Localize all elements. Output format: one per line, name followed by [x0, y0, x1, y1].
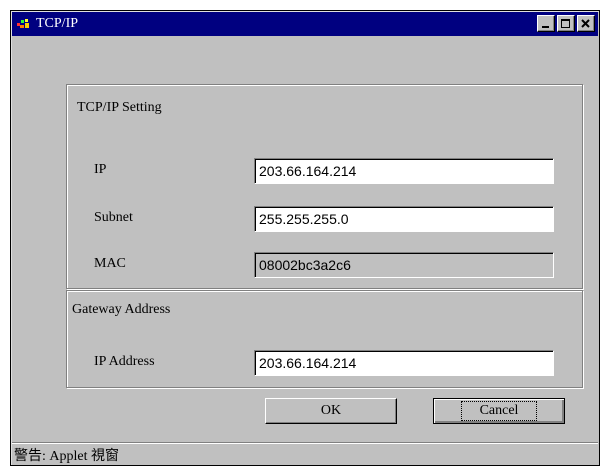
- gateway-address-title: Gateway Address: [72, 302, 171, 317]
- minimize-button[interactable]: [537, 15, 555, 32]
- cancel-button[interactable]: Cancel: [433, 398, 565, 424]
- applet-warning-text: 警告: Applet 視窗: [14, 449, 119, 464]
- ok-button[interactable]: OK: [265, 398, 397, 424]
- java-coffee-icon: [15, 16, 33, 32]
- gateway-ip-label: IP Address: [94, 354, 155, 369]
- ip-label: IP: [94, 162, 107, 177]
- mac-label: MAC: [94, 256, 126, 271]
- close-button[interactable]: [577, 15, 595, 32]
- maximize-icon: [561, 18, 570, 28]
- minimize-icon: [542, 25, 549, 28]
- cancel-button-label: Cancel: [460, 401, 538, 421]
- subnet-field[interactable]: 255.255.255.0: [254, 206, 554, 232]
- mac-field: 08002bc3a2c6: [254, 252, 554, 278]
- title-bar[interactable]: TCP/IP: [12, 12, 598, 36]
- tcpip-setting-title: TCP/IP Setting: [77, 100, 162, 115]
- tcpip-dialog-window: TCP/IP TCP/IP Setting IP 203.66.164.214 …: [10, 10, 600, 466]
- window-title: TCP/IP: [36, 16, 79, 31]
- window-controls: [537, 15, 595, 32]
- maximize-button[interactable]: [557, 15, 575, 32]
- gateway-ip-field[interactable]: 203.66.164.214: [254, 350, 554, 376]
- subnet-label: Subnet: [94, 210, 133, 225]
- close-icon: [581, 18, 590, 28]
- tcpip-setting-group: TCP/IP Setting IP 203.66.164.214 Subnet …: [66, 84, 583, 289]
- ip-field[interactable]: 203.66.164.214: [254, 158, 554, 184]
- status-bar: 警告: Applet 視窗: [12, 442, 598, 464]
- gateway-address-group: Gateway Address IP Address 203.66.164.21…: [66, 290, 583, 388]
